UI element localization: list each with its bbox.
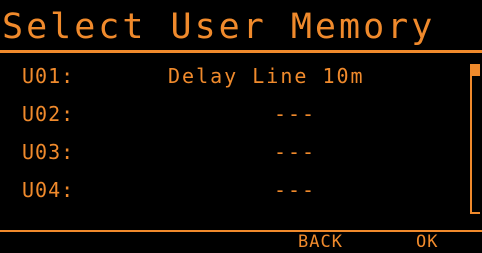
memory-slot-u02[interactable]: U02: ---: [0, 95, 462, 133]
memory-slot-label: U03:: [22, 140, 75, 164]
footer-divider: [0, 230, 482, 232]
memory-slot-u01[interactable]: U01: Delay Line 10m: [0, 57, 462, 95]
memory-slot-name: ---: [273, 140, 317, 164]
memory-slot-label: U02:: [22, 102, 75, 126]
ok-softkey[interactable]: OK: [416, 232, 438, 253]
memory-slot-label: U04:: [22, 178, 75, 202]
title-divider: [0, 50, 482, 53]
memory-slot-name: ---: [273, 178, 317, 202]
back-softkey[interactable]: BACK: [298, 232, 343, 253]
memory-slot-u04[interactable]: U04: ---: [0, 171, 462, 209]
scrollbar-thumb[interactable]: [470, 64, 480, 76]
memory-slot-u03[interactable]: U03: ---: [0, 133, 462, 171]
lcd-screen: Select User Memory U01: Delay Line 10m U…: [0, 0, 482, 253]
scrollbar-track[interactable]: [470, 64, 480, 214]
memory-slot-name: Delay Line 10m: [168, 64, 365, 88]
memory-slot-label: U01:: [22, 64, 75, 88]
page-title: Select User Memory: [2, 7, 436, 47]
memory-slot-name: ---: [273, 102, 317, 126]
